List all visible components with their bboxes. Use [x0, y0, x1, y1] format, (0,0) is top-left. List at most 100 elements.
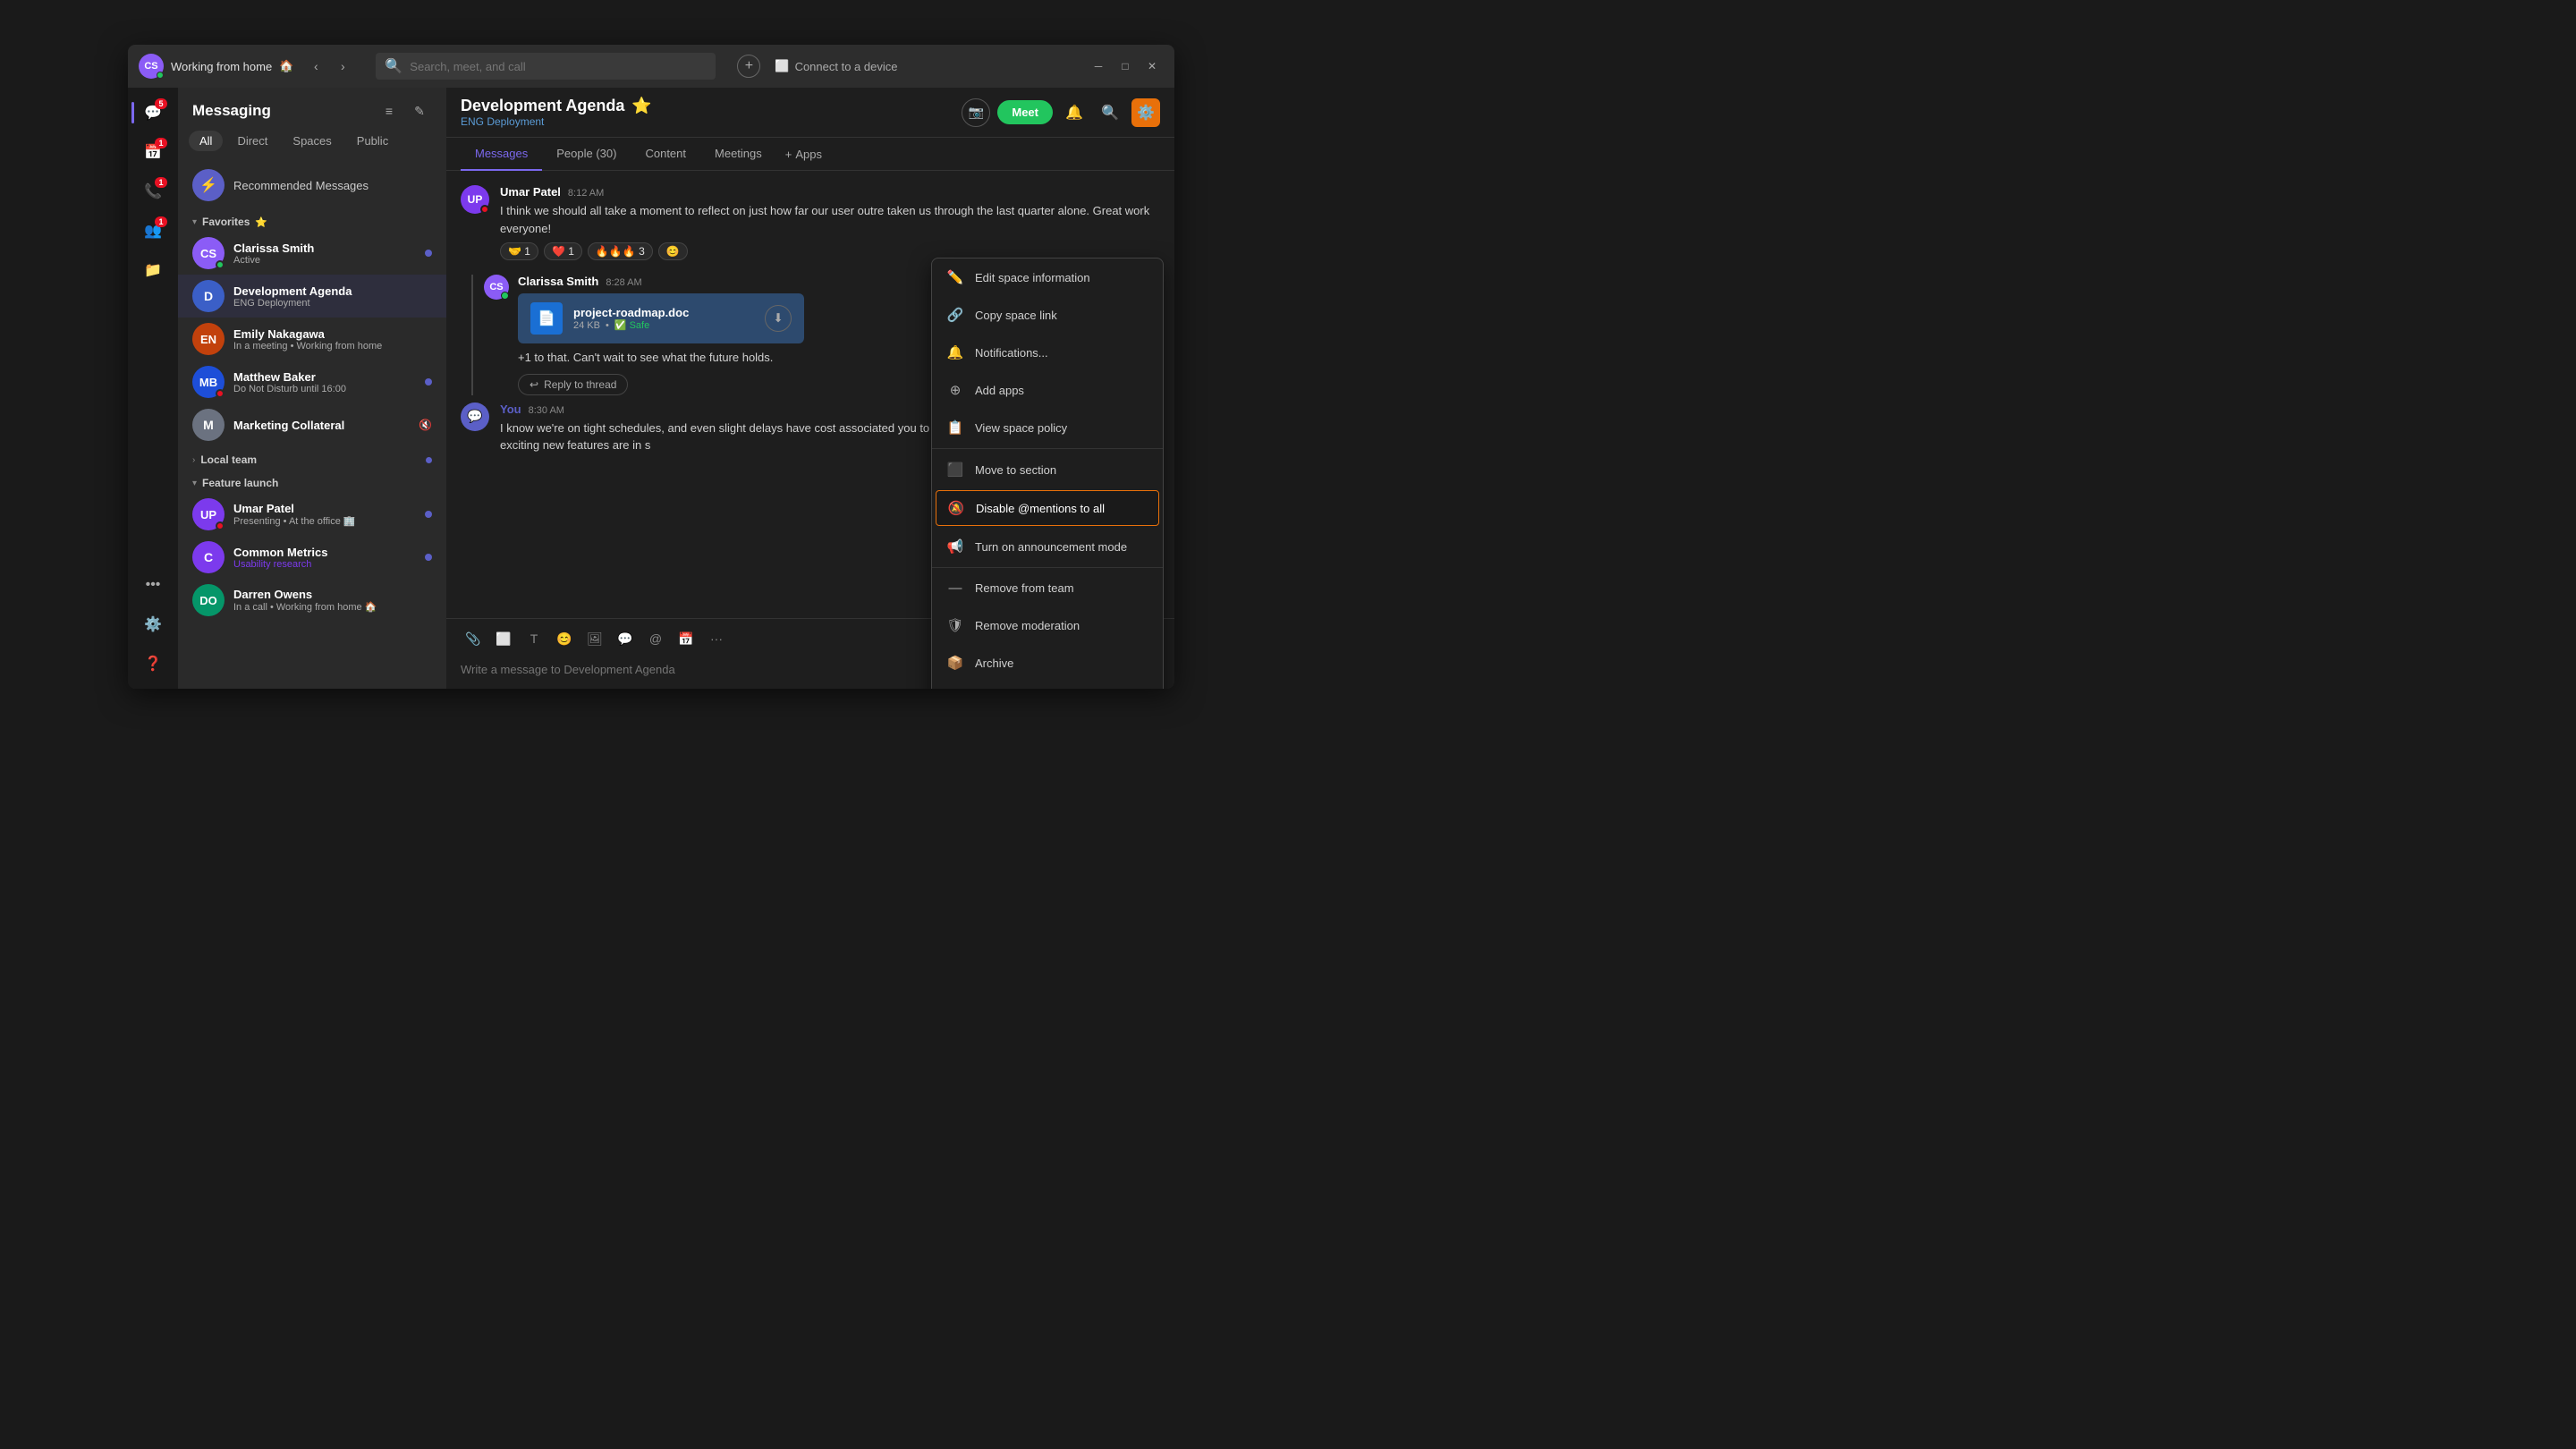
meet-button[interactable]: Meet — [997, 100, 1053, 124]
nav-buttons: ‹ › — [304, 55, 354, 78]
attachment-safe: ✅ Safe — [614, 319, 649, 331]
reaction-fire[interactable]: 🔥🔥🔥 3 — [588, 242, 653, 260]
filter-button[interactable]: ≡ — [377, 98, 402, 123]
attachment-size: 24 KB — [573, 320, 600, 331]
close-button[interactable]: ✕ — [1140, 55, 1164, 78]
ctx-disable-mentions[interactable]: 🔕 Disable @mentions to all — [936, 490, 1159, 526]
tab-add-apps[interactable]: +Apps — [776, 139, 831, 170]
tab-meetings[interactable]: Meetings — [700, 138, 776, 171]
tab-messages[interactable]: Messages — [461, 138, 542, 171]
ctx-move-section[interactable]: ⬛ Move to section — [932, 451, 1163, 488]
help-button[interactable]: ❓ — [135, 646, 171, 682]
title-bar-emoji: 🏠 — [279, 59, 293, 73]
ctx-announcement-mode[interactable]: 📢 Turn on announcement mode — [932, 528, 1163, 565]
ctx-edit-space[interactable]: ✏️ Edit space information — [932, 258, 1163, 296]
local-team-section-header[interactable]: › Local team — [178, 446, 446, 470]
favorites-section-header[interactable]: ▾ Favorites ⭐ — [178, 208, 446, 232]
tab-direct[interactable]: Direct — [226, 131, 278, 151]
contact-item-marketing[interactable]: M Marketing Collateral 🔇 — [178, 403, 446, 446]
mention-button[interactable]: @ — [643, 626, 668, 651]
messaging-header: Messaging ≡ ✎ — [178, 88, 446, 131]
mute-icon: 🔇 — [419, 419, 432, 431]
notification-settings-button[interactable]: 🔔 — [1060, 98, 1089, 127]
clarissa-unread — [425, 250, 432, 257]
sidebar-item-calendar[interactable]: 📅 1 — [135, 134, 171, 170]
contact-item-umar[interactable]: UP Umar Patel Presenting • At the office… — [178, 493, 446, 536]
attach-button[interactable]: 📎 — [461, 626, 486, 651]
space-settings-button[interactable]: ⚙️ — [1131, 98, 1160, 127]
recommended-icon: ⚡ — [192, 169, 225, 201]
matthew-avatar: MB — [192, 366, 225, 398]
settings-button[interactable]: ⚙️ — [135, 606, 171, 642]
schedule-button[interactable]: 📅 — [674, 626, 699, 651]
minimize-button[interactable]: ─ — [1087, 55, 1110, 78]
move-icon: ⬛ — [946, 462, 964, 478]
reaction-heart[interactable]: ❤️ 1 — [544, 242, 582, 260]
umar-avatar: UP — [192, 498, 225, 530]
tab-people[interactable]: People (30) — [542, 138, 631, 171]
gif-button[interactable]: 🖼 — [582, 626, 607, 651]
tab-spaces[interactable]: Spaces — [282, 131, 342, 151]
title-bar: CS Working from home 🏠 ‹ › 🔍 + ⬜ Connect… — [128, 45, 1174, 88]
ctx-archive[interactable]: 📦 Archive — [932, 644, 1163, 682]
messaging-panel: Messaging ≡ ✎ All Direct Spaces Public ⚡… — [178, 88, 446, 689]
window-controls: ─ □ ✕ — [1087, 55, 1164, 78]
ctx-copy-link[interactable]: 🔗 Copy space link — [932, 296, 1163, 334]
feature-launch-section-header[interactable]: ▾ Feature launch — [178, 470, 446, 493]
contact-item-common-metrics[interactable]: C Common Metrics Usability research — [178, 536, 446, 579]
ctx-add-apps[interactable]: ⊕ Add apps — [932, 371, 1163, 409]
search-messages-button[interactable]: 🔍 — [1096, 98, 1124, 127]
attachment-name: project-roadmap.doc — [573, 306, 754, 319]
ctx-notifications[interactable]: 🔔 Notifications... — [932, 334, 1163, 371]
more-options-button[interactable]: ··· — [704, 626, 729, 651]
help-icon: ❓ — [144, 655, 162, 673]
video-call-button[interactable]: 📷 — [962, 98, 990, 127]
back-button[interactable]: ‹ — [304, 55, 327, 78]
link-icon: 🔗 — [946, 307, 964, 323]
contact-item-matthew[interactable]: MB Matthew Baker Do Not Disturb until 16… — [178, 360, 446, 403]
tab-content[interactable]: Content — [631, 138, 700, 171]
attachment-icon: 📄 — [530, 302, 563, 335]
new-message-button[interactable]: ✎ — [407, 98, 432, 123]
contact-item-clarissa[interactable]: CS Clarissa Smith Active — [178, 232, 446, 275]
chat-header: Development Agenda ⭐ ENG Deployment 📷 Me… — [446, 88, 1174, 138]
context-menu: ✏️ Edit space information 🔗 Copy space l… — [931, 258, 1164, 689]
forward-button[interactable]: › — [331, 55, 354, 78]
search-input[interactable] — [410, 60, 707, 73]
message-umar: UP Umar Patel 8:12 AM I think we should … — [461, 185, 1160, 260]
matthew-unread — [425, 378, 432, 386]
contact-item-darren[interactable]: DO Darren Owens In a call • Working from… — [178, 579, 446, 622]
settings-icon: ⚙️ — [144, 615, 162, 633]
chat-title: Development Agenda ⭐ — [461, 97, 652, 115]
connect-device-button[interactable]: ⬜ Connect to a device — [767, 59, 904, 73]
menu-divider-1 — [932, 448, 1163, 449]
contact-item-development[interactable]: D Development Agenda ENG Deployment — [178, 275, 446, 318]
ctx-view-policy[interactable]: 📋 View space policy — [932, 409, 1163, 446]
contact-item-emily[interactable]: EN Emily Nakagawa In a meeting • Working… — [178, 318, 446, 360]
you-msg-time: 8:30 AM — [529, 405, 564, 416]
sticker-button[interactable]: 💬 — [613, 626, 638, 651]
ctx-remove-team[interactable]: — Remove from team — [932, 570, 1163, 606]
chat-tabs: Messages People (30) Content Meetings +A… — [446, 138, 1174, 171]
recommended-messages-item[interactable]: ⚡ Recommended Messages — [178, 162, 446, 208]
download-button[interactable]: ⬇ — [765, 305, 792, 332]
tab-public[interactable]: Public — [346, 131, 399, 151]
reply-to-thread-button[interactable]: ↩ Reply to thread — [518, 374, 628, 395]
text-format-button[interactable]: T — [521, 626, 547, 651]
sidebar-item-chat[interactable]: 💬 5 — [135, 95, 171, 131]
maximize-button[interactable]: □ — [1114, 55, 1137, 78]
sidebar-item-more[interactable]: ••• — [135, 567, 171, 603]
main-content: 💬 5 📅 1 📞 1 👥 1 📁 ••• — [128, 88, 1174, 689]
search-bar[interactable]: 🔍 — [376, 53, 716, 80]
ctx-remove-moderation[interactable]: 🛡 Remove moderation — [932, 606, 1163, 644]
sidebar-item-calls[interactable]: 📞 1 — [135, 174, 171, 209]
ctx-meeting-capabilities[interactable]: 🎥 Meeting capabilities — [932, 682, 1163, 689]
reaction-smile[interactable]: 😊 — [658, 242, 688, 260]
add-button[interactable]: + — [737, 55, 760, 78]
emoji-button[interactable]: 😊 — [552, 626, 577, 651]
sidebar-item-people[interactable]: 👥 1 — [135, 213, 171, 249]
sidebar-item-files[interactable]: 📁 — [135, 252, 171, 288]
format-button[interactable]: ⬜ — [491, 626, 516, 651]
reaction-handshake[interactable]: 🤝 1 — [500, 242, 538, 260]
tab-all[interactable]: All — [189, 131, 223, 151]
